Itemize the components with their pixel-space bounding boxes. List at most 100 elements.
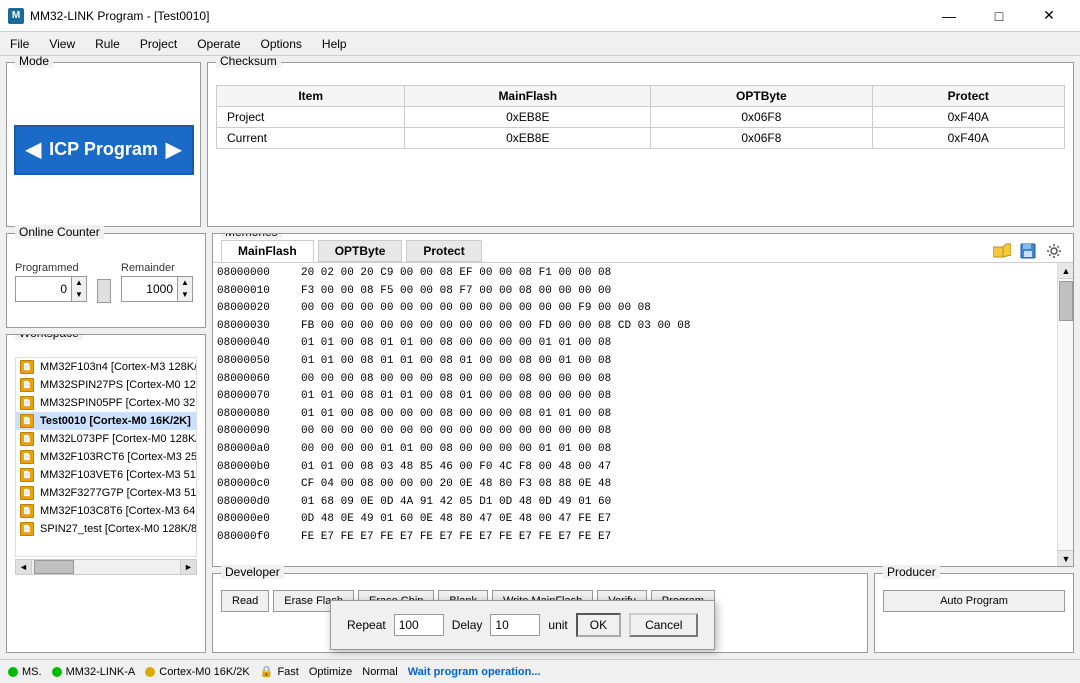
workspace-item[interactable]: 📄 MM32F103RCT6 [Cortex-M3 256K bbox=[16, 448, 196, 466]
repeat-input[interactable] bbox=[394, 614, 444, 636]
delay-input[interactable] bbox=[490, 614, 540, 636]
workspace-item-label: Test0010 [Cortex-M0 16K/2K] bbox=[40, 415, 191, 427]
remainder-down[interactable]: ▼ bbox=[178, 289, 192, 301]
memories-tabs-row: MainFlash OPTByte Protect bbox=[213, 234, 1073, 263]
hex-row: 0800004001 01 00 08 01 01 00 08 00 00 00… bbox=[217, 335, 1053, 353]
ms-dot bbox=[8, 667, 18, 677]
hscroll-thumb[interactable] bbox=[34, 560, 74, 574]
hex-bytes: 01 01 00 08 01 01 00 08 01 00 00 08 00 0… bbox=[301, 353, 1053, 371]
workspace-item-label: SPIN27_test [Cortex-M0 128K/8K] bbox=[40, 523, 197, 535]
hscroll-left[interactable]: ◄ bbox=[16, 560, 32, 574]
workspace-item[interactable]: 📄SPIN27_test [Cortex-M0 128K/8K] bbox=[16, 520, 196, 538]
counter-separator bbox=[97, 279, 111, 303]
workspace-item-label: MM32SPIN27PS [Cortex-M0 128K bbox=[40, 379, 197, 391]
tab-protect[interactable]: Protect bbox=[406, 240, 481, 262]
checksum-row: Project0xEB8E0x06F80xF40A bbox=[217, 107, 1065, 128]
main-content: Mode ◀ ICP Program ▶ Checksum Item MainF… bbox=[0, 56, 1080, 659]
workspace-item-icon: 📄 bbox=[20, 468, 34, 482]
menu-rule[interactable]: Rule bbox=[85, 34, 130, 54]
hex-address: 080000e0 bbox=[217, 511, 297, 529]
auto-program-button[interactable]: Auto Program bbox=[883, 590, 1065, 612]
status-optimize: Optimize bbox=[309, 666, 352, 678]
programmed-down[interactable]: ▼ bbox=[72, 289, 86, 301]
workspace-item-icon: 📄 bbox=[20, 396, 34, 410]
vscroll[interactable]: ▲ ▼ bbox=[1057, 263, 1073, 566]
workspace-item-label: MM32F3277G7P [Cortex-M3 512K bbox=[40, 487, 197, 499]
hex-row: 080000e00D 48 0E 49 01 60 0E 48 80 47 0E… bbox=[217, 511, 1053, 529]
remainder-input[interactable]: 1000 bbox=[122, 277, 177, 301]
hex-row: 0800009000 00 00 00 00 00 00 00 00 00 00… bbox=[217, 423, 1053, 441]
cancel-button[interactable]: Cancel bbox=[629, 613, 698, 637]
icp-program-button[interactable]: ◀ ICP Program ▶ bbox=[14, 125, 194, 175]
hex-bytes: FE E7 FE E7 FE E7 FE E7 FE E7 FE E7 FE E… bbox=[301, 529, 1053, 547]
window-controls: — □ ✕ bbox=[926, 2, 1072, 30]
hex-row: 08000010F3 00 00 08 F5 00 00 08 F7 00 00… bbox=[217, 283, 1053, 301]
menu-bar: File View Rule Project Operate Options H… bbox=[0, 32, 1080, 56]
workspace-item-icon: 📄 bbox=[20, 360, 34, 374]
workspace-item-icon: 📄 bbox=[20, 450, 34, 464]
workspace-item[interactable]: 📄MM32F103C8T6 [Cortex-M3 64K/2 bbox=[16, 502, 196, 520]
hex-row: 0800000020 02 00 20 C9 00 00 08 EF 00 00… bbox=[217, 265, 1053, 283]
workspace-item-label: MM32F103C8T6 [Cortex-M3 64K/2 bbox=[40, 505, 197, 517]
workspace-item[interactable]: 📄 MM32SPIN27PS [Cortex-M0 128K bbox=[16, 376, 196, 394]
workspace-item[interactable]: 📄MM32F103n4 [Cortex-M3 128K/20I bbox=[16, 358, 196, 376]
programmed-up[interactable]: ▲ bbox=[72, 277, 86, 289]
hex-row: 0800005001 01 00 08 01 01 00 08 01 00 00… bbox=[217, 353, 1053, 371]
vscroll-thumb[interactable] bbox=[1059, 281, 1073, 321]
hex-bytes: 20 02 00 20 C9 00 00 08 EF 00 00 08 F1 0… bbox=[301, 265, 1053, 283]
hscroll-right[interactable]: ► bbox=[180, 560, 196, 574]
checksum-col-optbyte: OPTByte bbox=[651, 86, 872, 107]
hex-bytes: FB 00 00 00 00 00 00 00 00 00 00 00 FD 0… bbox=[301, 318, 1053, 336]
workspace-panel: Workspace 📄MM32F103n4 [Cortex-M3 128K/20… bbox=[6, 334, 206, 653]
workspace-item[interactable]: 📄MM32F103VET6 [Cortex-M3 512K bbox=[16, 466, 196, 484]
repeat-dialog: Repeat Delay unit OK Cancel bbox=[330, 600, 715, 650]
hex-bytes: 00 00 00 00 01 01 00 08 00 00 00 00 01 0… bbox=[301, 441, 1053, 459]
open-file-button[interactable] bbox=[991, 240, 1013, 262]
vscroll-track bbox=[1058, 279, 1073, 550]
workspace-item[interactable]: 📄Test0010 [Cortex-M0 16K/2K] bbox=[16, 412, 196, 430]
programmed-input[interactable]: 0 bbox=[16, 277, 71, 301]
hex-bytes: 01 01 00 08 03 48 85 46 00 F0 4C F8 00 4… bbox=[301, 459, 1053, 477]
menu-operate[interactable]: Operate bbox=[187, 34, 250, 54]
workspace-hscroll[interactable]: ◄ ► bbox=[15, 559, 197, 575]
maximize-button[interactable]: □ bbox=[976, 2, 1022, 30]
vscroll-down[interactable]: ▼ bbox=[1058, 550, 1073, 566]
dev-button-read[interactable]: Read bbox=[221, 590, 269, 612]
menu-options[interactable]: Options bbox=[251, 34, 312, 54]
hscroll-track bbox=[32, 560, 180, 574]
minimize-button[interactable]: — bbox=[926, 2, 972, 30]
hex-row: 080000d001 68 09 0E 0D 4A 91 42 05 D1 0D… bbox=[217, 494, 1053, 512]
workspace-item[interactable]: 📄MM32L073PF [Cortex-M0 128K/8K bbox=[16, 430, 196, 448]
workspace-item-label: MM32L073PF [Cortex-M0 128K/8K bbox=[40, 433, 197, 445]
checksum-row: Current0xEB8E0x06F80xF40A bbox=[217, 128, 1065, 149]
hex-address: 080000b0 bbox=[217, 459, 297, 477]
hex-address: 08000010 bbox=[217, 283, 297, 301]
settings-button[interactable] bbox=[1043, 240, 1065, 262]
tab-mainflash[interactable]: MainFlash bbox=[221, 240, 314, 262]
hex-address: 080000c0 bbox=[217, 476, 297, 494]
close-button[interactable]: ✕ bbox=[1026, 2, 1072, 30]
workspace-item-label: MM32F103RCT6 [Cortex-M3 256K bbox=[40, 451, 197, 463]
menu-help[interactable]: Help bbox=[312, 34, 357, 54]
hex-bytes: 01 68 09 0E 0D 4A 91 42 05 D1 0D 48 0D 4… bbox=[301, 494, 1053, 512]
hex-row: 0800008001 01 00 08 00 00 00 08 00 00 00… bbox=[217, 406, 1053, 424]
hex-bytes: 01 01 00 08 01 01 00 08 01 00 00 08 00 0… bbox=[301, 388, 1053, 406]
menu-view[interactable]: View bbox=[39, 34, 85, 54]
workspace-item[interactable]: 📄MM32F3277G7P [Cortex-M3 512K bbox=[16, 484, 196, 502]
hex-bytes: F3 00 00 08 F5 00 00 08 F7 00 00 08 00 0… bbox=[301, 283, 1053, 301]
status-normal: Normal bbox=[362, 666, 397, 678]
status-cortex: Cortex-M0 16K/2K bbox=[145, 666, 249, 678]
checksum-panel: Checksum Item MainFlash OPTByte Protect … bbox=[207, 62, 1074, 227]
menu-project[interactable]: Project bbox=[130, 34, 187, 54]
tab-optbyte[interactable]: OPTByte bbox=[318, 240, 403, 262]
workspace-item[interactable]: 📄 MM32SPIN05PF [Cortex-M0 32K/4 bbox=[16, 394, 196, 412]
remainder-up[interactable]: ▲ bbox=[178, 277, 192, 289]
save-file-button[interactable] bbox=[1017, 240, 1039, 262]
workspace-item-label: MM32SPIN05PF [Cortex-M0 32K/4 bbox=[40, 397, 197, 409]
workspace-item-icon: 📄 bbox=[20, 378, 34, 392]
hex-row: 080000a000 00 00 00 01 01 00 08 00 00 00… bbox=[217, 441, 1053, 459]
menu-file[interactable]: File bbox=[0, 34, 39, 54]
left-arrow-icon: ◀ bbox=[26, 137, 41, 162]
vscroll-up[interactable]: ▲ bbox=[1058, 263, 1073, 279]
ok-button[interactable]: OK bbox=[576, 613, 621, 637]
